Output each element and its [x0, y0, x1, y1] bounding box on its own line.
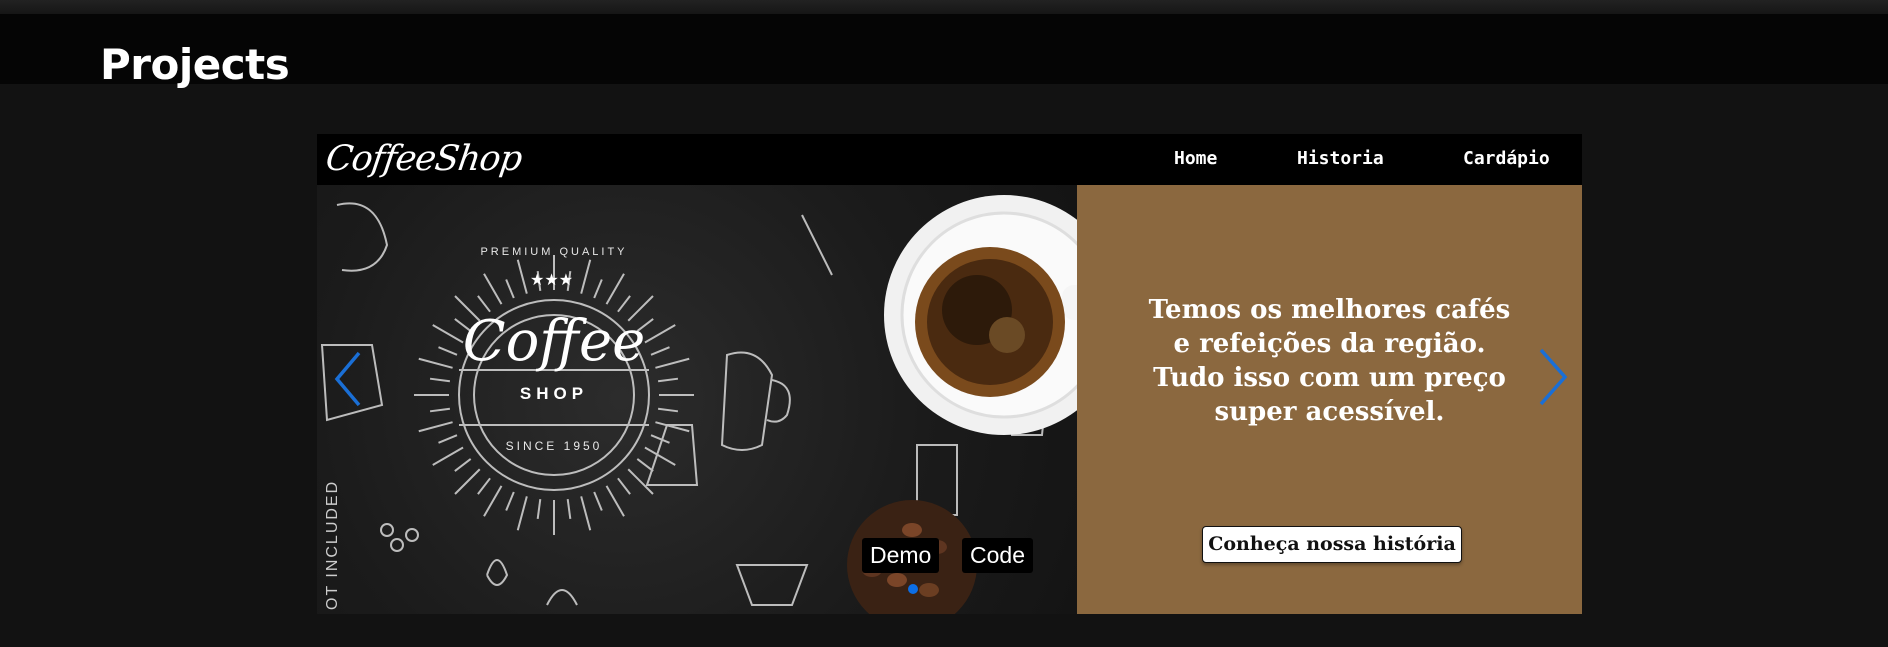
badge-ray	[650, 434, 670, 444]
chevron-left-icon	[334, 351, 361, 407]
page-title: Projects	[100, 40, 290, 89]
carousel-prev-button[interactable]	[331, 349, 363, 414]
badge-ray	[644, 324, 676, 344]
carousel-indicator-dot[interactable]	[908, 584, 918, 594]
badge-ray	[657, 377, 679, 383]
badge-ray	[605, 485, 625, 517]
svg-text:★★★: ★★★	[530, 270, 573, 289]
badge-ray	[655, 357, 690, 369]
badge-ray	[454, 468, 481, 495]
badge-ray	[605, 273, 625, 305]
badge-ray	[580, 259, 592, 294]
learn-history-button[interactable]: Conheça nossa história	[1202, 526, 1462, 563]
badge-ray	[438, 434, 458, 444]
hero-text-panel: Temos os melhores cafés e refeições da r…	[1077, 185, 1582, 614]
badge-ray	[627, 468, 654, 495]
badge-ray	[655, 421, 690, 433]
badge-since-text: SINCE 1950	[506, 439, 603, 453]
chevron-right-icon	[1539, 348, 1568, 406]
nav-link-historia[interactable]: Historia	[1297, 148, 1384, 169]
badge-ray	[536, 498, 542, 520]
badge-ray	[432, 324, 464, 344]
badge-ray	[657, 407, 679, 413]
badge-ray	[477, 477, 491, 495]
badge-ray	[429, 407, 451, 413]
site-navbar: CoffeeShop Home Historia Cardápio	[317, 134, 1582, 185]
coffee-cup-illustration	[884, 195, 1077, 435]
badge-top-text: PREMIUM QUALITY	[480, 246, 627, 258]
badge-main-text: Coffee	[463, 309, 646, 374]
badge-ray	[516, 496, 528, 531]
badge-ray	[454, 458, 472, 472]
demo-link[interactable]: Demo	[862, 538, 940, 573]
star-icons: ★★★	[530, 270, 573, 289]
top-strip	[0, 0, 1888, 14]
badge-ray	[505, 491, 515, 511]
side-vertical-text: OT INCLUDED	[324, 480, 341, 610]
badge-ray	[429, 377, 451, 383]
badge-ray	[636, 458, 654, 472]
badge-ray	[516, 259, 528, 294]
badge-ray	[418, 357, 453, 369]
brand-logo[interactable]: CoffeeShop	[323, 139, 524, 179]
badge-ray	[438, 346, 458, 356]
carousel-next-button[interactable]	[1536, 346, 1570, 413]
badge-ray	[650, 346, 670, 356]
badge-ray	[483, 485, 503, 517]
badge-ray	[418, 421, 453, 433]
badge-ray	[593, 279, 603, 299]
badge-ray	[483, 273, 503, 305]
badge-sub-text: SHOP	[520, 384, 588, 403]
badge-ray	[593, 491, 603, 511]
page-header: Projects	[0, 14, 1888, 89]
badge-ray	[580, 496, 592, 531]
project-preview-carousel: CoffeeShop Home Historia Cardápio ★★★ PR…	[317, 134, 1582, 614]
badge-ray	[617, 477, 631, 495]
nav-link-home[interactable]: Home	[1174, 148, 1217, 169]
hero-headline: Temos os melhores cafés e refeições da r…	[1148, 295, 1511, 427]
code-link[interactable]: Code	[962, 538, 1033, 573]
badge-ray	[644, 446, 676, 466]
badge-ray	[432, 446, 464, 466]
badge-ray	[566, 498, 572, 520]
nav-link-cardapio[interactable]: Cardápio	[1463, 148, 1550, 169]
badge-ray	[505, 279, 515, 299]
